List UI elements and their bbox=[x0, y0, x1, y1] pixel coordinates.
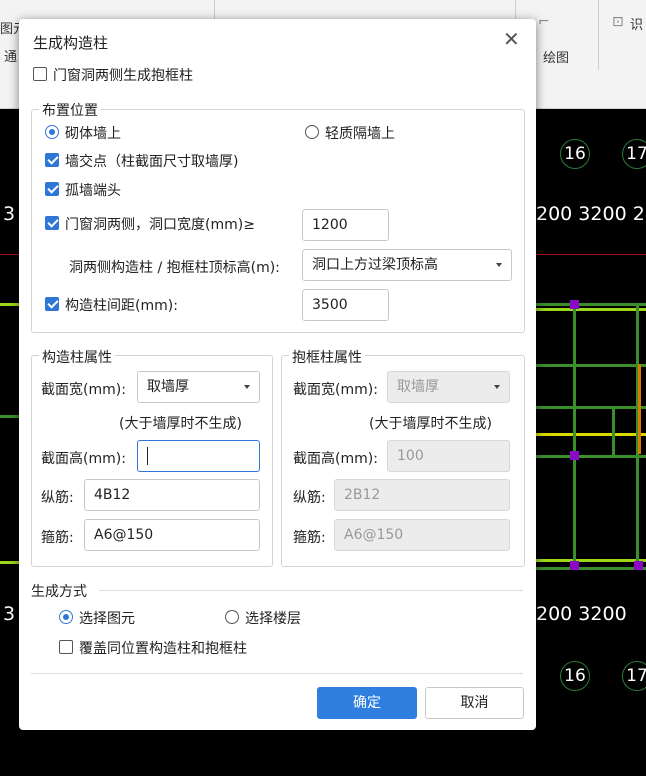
column-height-input[interactable] bbox=[137, 440, 260, 472]
dialog-title: 生成构造柱 bbox=[33, 34, 109, 52]
column-width-note: (大于墙厚时不生成) bbox=[119, 416, 242, 432]
ok-button[interactable]: 确定 bbox=[317, 687, 417, 719]
column-stirrup-input[interactable]: A6@150 bbox=[84, 519, 260, 551]
chevron-down-icon bbox=[496, 263, 502, 267]
door-window-sides-checkbox[interactable] bbox=[45, 216, 59, 230]
radio-select-element-label[interactable]: 选择图元 bbox=[79, 608, 135, 628]
cancel-button[interactable]: 取消 bbox=[425, 687, 524, 719]
wall-line bbox=[530, 559, 646, 562]
radio-masonry-wall-label[interactable]: 砌体墙上 bbox=[65, 123, 121, 143]
wall-line bbox=[0, 561, 20, 564]
frame-width-select[interactable]: 取墙厚 bbox=[387, 371, 510, 403]
radio-masonry-wall[interactable] bbox=[45, 125, 59, 139]
wall-line bbox=[638, 364, 641, 454]
column-width-label: 截面宽(mm): bbox=[41, 382, 126, 398]
column-long-bar-input[interactable]: 4B12 bbox=[84, 479, 260, 511]
top-elevation-value: 洞口上方过梁顶标高 bbox=[312, 257, 438, 273]
frame-long-bar-input[interactable]: 2B12 bbox=[334, 479, 510, 511]
frame-long-bar-label: 纵筋: bbox=[293, 490, 326, 506]
wall-line bbox=[612, 406, 615, 456]
column-long-bar-label: 纵筋: bbox=[41, 490, 74, 506]
door-window-frame-label[interactable]: 门窗洞两侧生成抱框柱 bbox=[53, 65, 193, 85]
column-node[interactable] bbox=[570, 300, 579, 309]
wall-line bbox=[0, 415, 20, 418]
generate-mode-legend: 生成方式 bbox=[31, 584, 87, 600]
dimension-text: 3 bbox=[3, 203, 16, 225]
column-node[interactable] bbox=[570, 561, 579, 570]
dimension-text: 200 3200 bbox=[536, 603, 627, 625]
column-spacing-label[interactable]: 构造柱间距(mm): bbox=[65, 295, 178, 315]
axis-label: 16 bbox=[560, 139, 590, 169]
placement-legend: 布置位置 bbox=[39, 100, 101, 120]
frame-width-note: (大于墙厚时不生成) bbox=[369, 416, 492, 432]
frame-height-input[interactable]: 100 bbox=[387, 440, 510, 472]
column-props-legend: 构造柱属性 bbox=[39, 347, 115, 367]
section-divider bbox=[99, 590, 523, 591]
frame-stirrup-input[interactable]: A6@150 bbox=[334, 519, 510, 551]
column-node[interactable] bbox=[570, 451, 579, 460]
wall-line bbox=[530, 567, 646, 570]
axis-label: 16 bbox=[560, 661, 590, 691]
ribbon-separator bbox=[598, 0, 599, 70]
wall-intersection-label[interactable]: 墙交点（柱截面尺寸取墙厚) bbox=[65, 151, 238, 171]
dimension-text: 200 3200 2 bbox=[536, 203, 645, 225]
generate-column-dialog: 生成构造柱 ✕ 门窗洞两侧生成抱框柱 布置位置 砌体墙上 轻质隔墙上 墙交点（柱… bbox=[19, 19, 536, 730]
wall-line bbox=[530, 364, 646, 367]
ribbon-recognize-icon[interactable]: ⊡ bbox=[612, 14, 624, 30]
frame-props-legend: 抱框柱属性 bbox=[289, 347, 365, 367]
ribbon-fragment-recognize[interactable]: 识 bbox=[630, 14, 643, 33]
axis-line bbox=[0, 254, 20, 255]
close-icon[interactable]: ✕ bbox=[503, 27, 520, 51]
axis-label: 17 bbox=[622, 139, 646, 169]
wall-line bbox=[530, 308, 646, 311]
wall-line bbox=[530, 303, 646, 306]
radio-select-floor-label[interactable]: 选择楼层 bbox=[245, 608, 301, 628]
radio-light-partition[interactable] bbox=[305, 125, 319, 139]
text-caret bbox=[147, 447, 148, 465]
radio-select-floor[interactable] bbox=[225, 610, 239, 624]
column-spacing-checkbox[interactable] bbox=[45, 297, 59, 311]
column-width-select[interactable]: 取墙厚 bbox=[137, 371, 260, 403]
overwrite-label[interactable]: 覆盖同位置构造柱和抱框柱 bbox=[79, 638, 247, 658]
wall-line bbox=[530, 455, 646, 458]
frame-height-label: 截面高(mm): bbox=[293, 451, 378, 467]
ribbon-tool-icon[interactable]: ⌐ bbox=[538, 14, 550, 30]
column-stirrup-label: 箍筋: bbox=[41, 530, 74, 546]
wall-line bbox=[0, 303, 20, 306]
top-elevation-select[interactable]: 洞口上方过梁顶标高 bbox=[302, 249, 512, 281]
ribbon-group-draw[interactable]: 绘图 bbox=[543, 47, 569, 66]
radio-light-partition-label[interactable]: 轻质隔墙上 bbox=[325, 123, 395, 143]
radio-select-element[interactable] bbox=[59, 610, 73, 624]
chevron-down-icon bbox=[494, 385, 500, 389]
door-window-frame-checkbox[interactable] bbox=[33, 67, 47, 81]
ribbon-fragment-row2[interactable]: 通 bbox=[4, 46, 17, 65]
chevron-down-icon bbox=[244, 385, 250, 389]
axis-line bbox=[530, 254, 646, 255]
footer-divider bbox=[31, 673, 523, 674]
axis-label: 17 bbox=[622, 661, 646, 691]
column-width-value: 取墙厚 bbox=[147, 379, 189, 395]
door-window-sides-label[interactable]: 门窗洞两侧，洞口宽度(mm)≥ bbox=[65, 214, 255, 234]
column-spacing-input[interactable]: 3500 bbox=[302, 289, 389, 321]
dimension-text: 3 bbox=[3, 603, 16, 625]
frame-width-value: 取墙厚 bbox=[397, 379, 439, 395]
wall-line bbox=[530, 433, 646, 436]
wall-line bbox=[530, 406, 646, 409]
opening-width-input[interactable]: 1200 bbox=[302, 209, 389, 241]
column-node[interactable] bbox=[634, 561, 643, 570]
top-elevation-label: 洞两侧构造柱 / 抱框柱顶标高(m): bbox=[69, 260, 280, 276]
isolated-wall-end-checkbox[interactable] bbox=[45, 182, 59, 196]
wall-line bbox=[573, 303, 576, 567]
column-height-label: 截面高(mm): bbox=[41, 451, 126, 467]
isolated-wall-end-label[interactable]: 孤墙端头 bbox=[65, 180, 121, 200]
frame-stirrup-label: 箍筋: bbox=[293, 530, 326, 546]
wall-intersection-checkbox[interactable] bbox=[45, 153, 59, 167]
overwrite-checkbox[interactable] bbox=[59, 640, 73, 654]
frame-width-label: 截面宽(mm): bbox=[293, 382, 378, 398]
